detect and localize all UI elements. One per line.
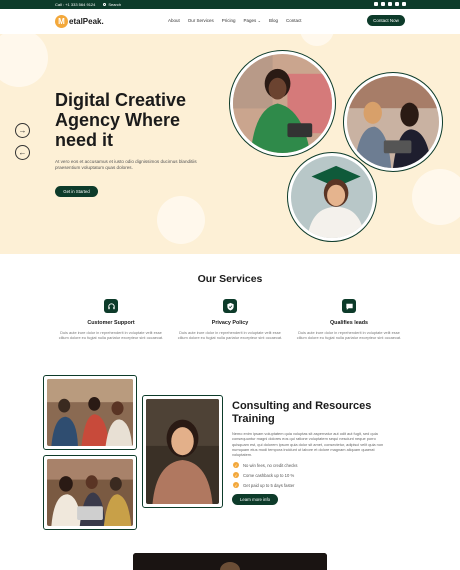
social-links: [374, 2, 406, 6]
consulting-photo-1: [43, 375, 137, 450]
nav-menu: About Our Services Pricing Pages ⌄ Blog …: [168, 18, 301, 23]
check-item: ✓ No win fees, no credit checks: [233, 462, 297, 468]
linkedin-icon[interactable]: [395, 2, 399, 6]
bottom-section-image: [133, 553, 327, 570]
logo-text: etalPeak.: [69, 17, 104, 26]
consulting-title: Consulting and Resources Training: [232, 400, 372, 425]
carousel-next-arrow[interactable]: →: [15, 123, 30, 138]
search-label: Search: [108, 2, 122, 7]
nav-item-our-services[interactable]: Our Services: [188, 18, 214, 23]
hero-subtitle: At vero eos et accusamus et iusto odio d…: [55, 159, 197, 170]
check-icon: ✓: [233, 482, 239, 488]
get-started-button[interactable]: Get in Started: [55, 186, 98, 197]
facebook-icon[interactable]: [374, 2, 378, 6]
learn-more-button[interactable]: Learn more info: [232, 494, 278, 505]
hero-photo-3: [287, 152, 377, 242]
service-title: Qualifies leads: [329, 320, 369, 326]
check-item-label: Come cashback up to 10 %: [243, 472, 295, 478]
search-link[interactable]: Search: [103, 2, 121, 7]
consulting-photo-2: [43, 455, 137, 530]
logo[interactable]: M etalPeak.: [55, 15, 104, 28]
hero-photo-2: [343, 72, 443, 172]
shield-icon: [223, 299, 237, 313]
service-text: Duis aute irure dolor in reprehenderit i…: [296, 330, 402, 341]
service-card: Qualifies leads Duis aute irure dolor in…: [294, 299, 404, 340]
carousel-prev-arrow[interactable]: ←: [15, 145, 30, 160]
photo-team-meeting: [47, 379, 133, 446]
service-text: Duis aute irure dolor in reprehenderit i…: [58, 330, 164, 341]
chevron-down-icon: ⌄: [257, 18, 261, 23]
search-icon: [103, 3, 107, 6]
service-text: Duis aute irure dolor in reprehenderit i…: [177, 330, 283, 341]
check-item-label: No win fees, no credit checks: [243, 462, 298, 468]
service-title: Privacy Policy: [211, 320, 249, 326]
service-card: Customer Support Duis aute irure dolor i…: [56, 299, 166, 340]
nav-item-contact[interactable]: Contact: [286, 18, 302, 23]
decor-circle: [157, 196, 205, 244]
nav-item-pricing[interactable]: Pricing: [222, 18, 236, 23]
check-icon: ✓: [233, 472, 239, 478]
nav-item-pages-label: Pages: [243, 18, 257, 23]
photo-graduate: [291, 156, 373, 238]
top-bar: Call : +1 333 564 9124 Search: [0, 0, 460, 9]
hero-title: Digital Creative Agency Where need it: [55, 90, 187, 150]
decor-circle: [412, 169, 460, 225]
check-item: ✓ Come cashback up to 10 %: [233, 472, 294, 478]
youtube-icon[interactable]: [388, 2, 392, 6]
logo-mark: M: [55, 15, 68, 28]
service-title: Customer Support: [87, 320, 135, 326]
twitter-icon[interactable]: [381, 2, 385, 6]
nav-item-pages[interactable]: Pages ⌄: [244, 18, 261, 23]
check-icon: ✓: [233, 462, 239, 468]
headset-icon: [104, 299, 118, 313]
instagram-icon[interactable]: [402, 2, 406, 6]
hero-photo-1: [229, 50, 336, 157]
contact-now-button[interactable]: Contact Now: [367, 15, 405, 26]
decor-circle: [0, 34, 48, 87]
photo-group-laptop: [47, 459, 133, 526]
top-bar-contact: Call : +1 333 564 9124 Search: [55, 2, 121, 7]
photo-woman-green-sweater: [233, 54, 332, 153]
hero-section: → ← Digital Creative Agency Where need i…: [0, 34, 460, 254]
chat-icon: [342, 299, 356, 313]
phone-text[interactable]: Call : +1 333 564 9124: [55, 2, 95, 7]
nav-item-blog[interactable]: Blog: [269, 18, 278, 23]
consulting-photo-main: [142, 395, 223, 508]
nav-item-about[interactable]: About: [168, 18, 180, 23]
photo-women-laptop: [347, 76, 439, 168]
decor-circle: [300, 34, 334, 46]
check-item-label: Get paid up to 5 days faster: [243, 482, 295, 488]
check-item: ✓ Get paid up to 5 days faster: [233, 482, 294, 488]
service-card: Privacy Policy Duis aute irure dolor in …: [175, 299, 285, 340]
main-nav: M etalPeak. About Our Services Pricing P…: [0, 9, 460, 34]
photo-woman-smiling: [146, 399, 219, 504]
consulting-text: Nemo enim ipsam voluptatem quia voluptas…: [232, 431, 384, 458]
services-title: Our Services: [197, 273, 263, 285]
